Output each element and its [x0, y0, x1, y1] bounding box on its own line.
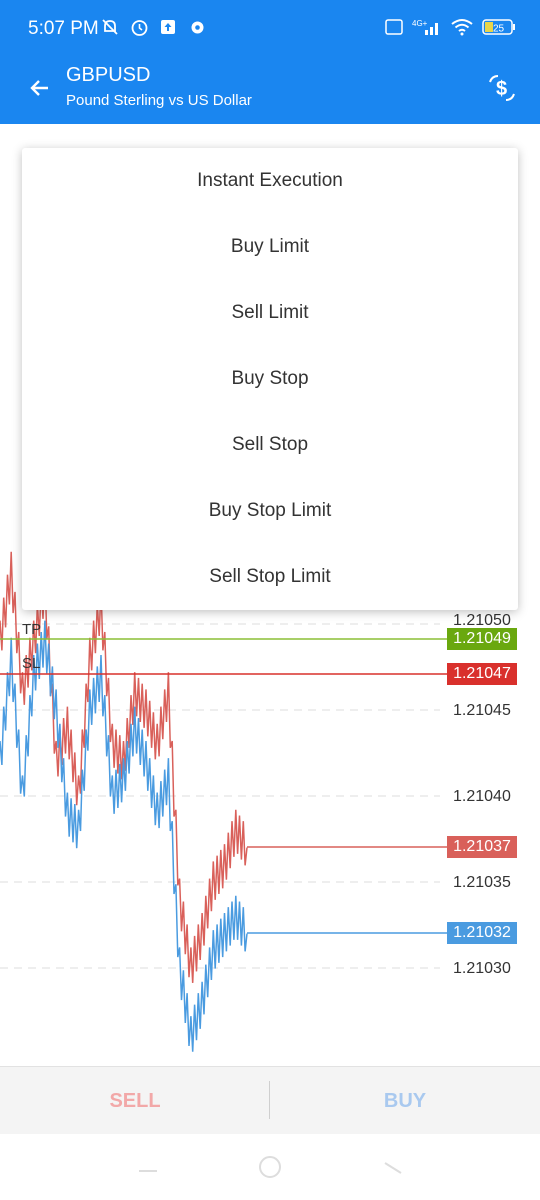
alarm-icon [129, 17, 149, 37]
back-icon[interactable] [372, 1154, 412, 1180]
buy-button[interactable]: BUY [270, 1067, 540, 1135]
recents-icon[interactable] [128, 1154, 168, 1180]
menu-item-sell-limit[interactable]: Sell Limit [22, 280, 518, 346]
home-icon[interactable] [250, 1154, 290, 1180]
tp-label: TP [22, 621, 42, 638]
upload-icon [158, 17, 178, 37]
price-label: 1.21045 [453, 702, 511, 719]
price-label: 1.21035 [453, 874, 511, 891]
mute-bell-icon [100, 17, 120, 37]
status-bar: 5:07 PM 4G+ 25 [0, 0, 540, 56]
price-label: 1.21040 [453, 788, 511, 805]
sl-label: SL [22, 655, 41, 672]
settings-icon [187, 17, 207, 37]
back-arrow-icon[interactable] [22, 70, 58, 106]
price-series-line [0, 620, 248, 1052]
symbol-title: GBPUSD [66, 64, 151, 86]
battery-icon: 25 [482, 17, 516, 37]
status-time: 5:07 PM [28, 18, 99, 39]
svg-text:25: 25 [493, 24, 505, 35]
svg-text:$: $ [496, 78, 507, 100]
ask-price-tag: 1.21032 [447, 922, 517, 944]
menu-item-sell-stop[interactable]: Sell Stop [22, 412, 518, 478]
volte-icon [384, 17, 404, 37]
menu-item-sell-stop-limit[interactable]: Sell Stop Limit [22, 544, 518, 610]
symbol-description: Pound Sterling vs US Dollar [66, 92, 252, 109]
exchange-dollar-icon[interactable]: $ [482, 68, 522, 108]
svg-text:4G+: 4G+ [412, 19, 428, 28]
wifi-icon [450, 17, 474, 37]
price-label: 1.21030 [453, 960, 511, 977]
app-bar: GBPUSD Pound Sterling vs US Dollar $ [0, 56, 540, 124]
sell-button[interactable]: SELL [0, 1067, 270, 1135]
system-nav-bar [0, 1134, 540, 1200]
menu-item-buy-stop[interactable]: Buy Stop [22, 346, 518, 412]
trade-screen: 5:07 PM 4G+ 25 GBPUSD Pound Sterling vs … [0, 0, 540, 1200]
menu-item-instant-execution[interactable]: Instant Execution [22, 148, 518, 214]
sl-price-tag: 1.21047 [447, 663, 517, 685]
bid-price-tag: 1.21037 [447, 836, 517, 858]
trade-button-bar: SELL BUY [0, 1066, 540, 1134]
order-type-menu: Instant Execution Buy Limit Sell Limit B… [22, 148, 518, 610]
menu-item-buy-stop-limit[interactable]: Buy Stop Limit [22, 478, 518, 544]
signal-icon: 4G+ [412, 17, 442, 37]
tp-price-tag: 1.21049 [447, 628, 517, 650]
menu-item-buy-limit[interactable]: Buy Limit [22, 214, 518, 280]
